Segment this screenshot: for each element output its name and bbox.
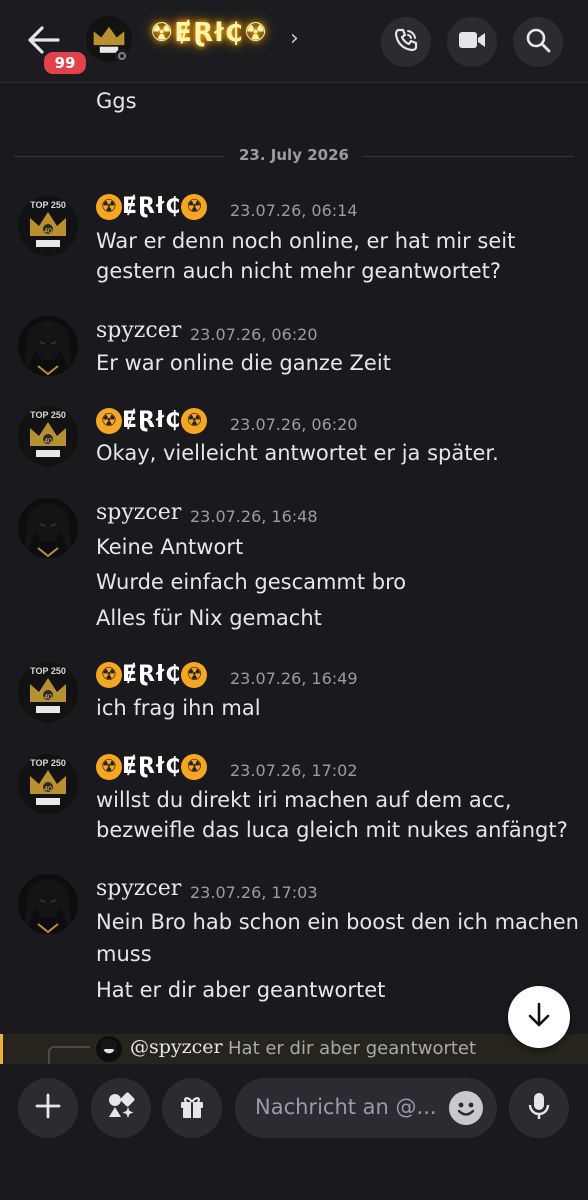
- radioactive-icon: ☢: [96, 194, 122, 220]
- emoji-icon[interactable]: [449, 1091, 483, 1125]
- message-author[interactable]: ☢ ɆⱤł₵ ☢: [96, 194, 208, 220]
- author-name: spyzcer: [96, 318, 182, 343]
- video-call-button[interactable]: [447, 17, 497, 67]
- message-timestamp: 23.07.26, 16:49: [230, 669, 358, 688]
- message-text: willst du direkt iri machen auf dem acc,: [96, 788, 512, 812]
- phone-icon: [393, 27, 419, 57]
- message-text: Er war online die ganze Zeit: [96, 351, 391, 375]
- message-timestamp: 23.07.26, 06:20: [190, 325, 318, 344]
- message-text: gestern auch nicht mehr geantwortet?: [96, 259, 502, 283]
- message-author[interactable]: ☢ ɆⱤł₵ ☢: [96, 662, 208, 688]
- user-avatar[interactable]: [18, 316, 78, 376]
- reply-accent-bar: [0, 1034, 3, 1064]
- radioactive-icon: ☢: [96, 408, 122, 434]
- author-name: ɆⱤł₵: [122, 408, 182, 433]
- unread-badge: 99: [41, 49, 89, 77]
- voice-message-button[interactable]: [509, 1078, 569, 1138]
- radioactive-icon: ☢: [181, 194, 208, 220]
- message-text: Keine Antwort: [96, 535, 244, 559]
- avatar-badge-text: 40: [44, 228, 52, 235]
- message-author[interactable]: ☢ ɆⱤł₵ ☢: [96, 408, 208, 434]
- user-avatar[interactable]: [18, 498, 78, 558]
- message-text: bezweifle das luca gleich mit nukes anfä…: [96, 818, 568, 842]
- avatar-badge-text: 40: [44, 438, 52, 445]
- microphone-icon: [527, 1091, 551, 1125]
- message-timestamp: 23.07.26, 17:03: [190, 883, 318, 902]
- apps-button[interactable]: [91, 1078, 151, 1138]
- author-name: spyzcer: [96, 876, 182, 901]
- arrow-down-icon: [525, 1001, 553, 1033]
- radioactive-icon: ☢: [181, 754, 208, 780]
- message-author[interactable]: spyzcer: [96, 500, 181, 525]
- plus-icon: [35, 1093, 61, 1123]
- user-avatar[interactable]: TOP 250 40: [18, 196, 78, 256]
- avatar-badge-text: 40: [44, 694, 52, 701]
- radioactive-icon: ☢: [96, 662, 122, 688]
- radioactive-icon: ☢: [96, 754, 122, 780]
- radioactive-icon: ☢: [181, 662, 208, 688]
- reply-connector: [48, 1046, 90, 1066]
- scroll-to-bottom-button[interactable]: [508, 986, 570, 1048]
- message-text: ich frag ihn mal: [96, 696, 261, 720]
- message-author[interactable]: ☢ ɆⱤł₵ ☢: [96, 754, 208, 780]
- date-divider: 23. July 2026: [225, 146, 363, 164]
- phone-call-button[interactable]: [381, 17, 431, 67]
- chat-header: 99 ☢ɆⱤł₵☢ ›: [0, 0, 588, 83]
- radioactive-icon: ☢: [181, 408, 208, 434]
- avatar-top-text: TOP 250: [30, 758, 66, 768]
- avatar-top-text: TOP 250: [30, 666, 66, 676]
- reply-mention: @spyzcer: [130, 1036, 223, 1058]
- status-indicator: [115, 49, 129, 63]
- channel-name[interactable]: ☢ɆⱤł₵☢: [150, 18, 268, 48]
- user-avatar[interactable]: TOP 250 40: [18, 406, 78, 466]
- message-text: Wurde einfach gescammt bro: [96, 570, 407, 594]
- gift-button[interactable]: [162, 1078, 222, 1138]
- message-text: War er denn noch online, er hat mir seit: [96, 229, 516, 253]
- author-name: ɆⱤł₵: [122, 754, 182, 779]
- avatar-top-text: TOP 250: [30, 410, 66, 420]
- author-name: ɆⱤł₵: [122, 662, 182, 687]
- user-avatar[interactable]: TOP 250 40: [18, 662, 78, 722]
- message-author[interactable]: spyzcer: [96, 318, 181, 343]
- add-attachment-button[interactable]: [18, 1078, 78, 1138]
- message-text: Hat er dir aber geantwortet: [96, 978, 386, 1002]
- message-input-placeholder: Nachricht an @...: [255, 1095, 437, 1119]
- author-name: ɆⱤł₵: [122, 194, 182, 219]
- message-text: Ggs: [96, 89, 137, 113]
- avatar-badge-text: 40: [44, 786, 52, 793]
- chevron-right-icon[interactable]: ›: [290, 26, 299, 51]
- message-text: Nein Bro hab schon ein boost den ich mac…: [96, 910, 579, 934]
- message-input[interactable]: Nachricht an @...: [235, 1078, 497, 1138]
- avatar-top-text: TOP 250: [30, 200, 66, 210]
- message-author[interactable]: spyzcer: [96, 876, 181, 901]
- message-timestamp: 23.07.26, 06:14: [230, 201, 358, 220]
- message-timestamp: 23.07.26, 06:20: [230, 415, 358, 434]
- reply-preview[interactable]: @spyzcer Hat er dir aber geantwortet: [0, 1034, 588, 1066]
- search-icon: [525, 27, 551, 57]
- apps-icon: [106, 1091, 136, 1125]
- author-name: spyzcer: [96, 500, 182, 525]
- gift-icon: [178, 1092, 206, 1124]
- message-text: Alles für Nix gemacht: [96, 606, 322, 630]
- message-timestamp: 23.07.26, 16:48: [190, 507, 318, 526]
- message-text: muss: [96, 942, 152, 966]
- reply-avatar: [96, 1036, 122, 1062]
- user-avatar[interactable]: [18, 874, 78, 934]
- reply-text: Hat er dir aber geantwortet: [228, 1038, 477, 1059]
- message-timestamp: 23.07.26, 17:02: [230, 761, 358, 780]
- video-camera-icon: [458, 29, 486, 55]
- message-text: Okay, vielleicht antwortet er ja später.: [96, 441, 499, 465]
- search-button[interactable]: [513, 17, 563, 67]
- user-avatar[interactable]: TOP 250 40: [18, 754, 78, 814]
